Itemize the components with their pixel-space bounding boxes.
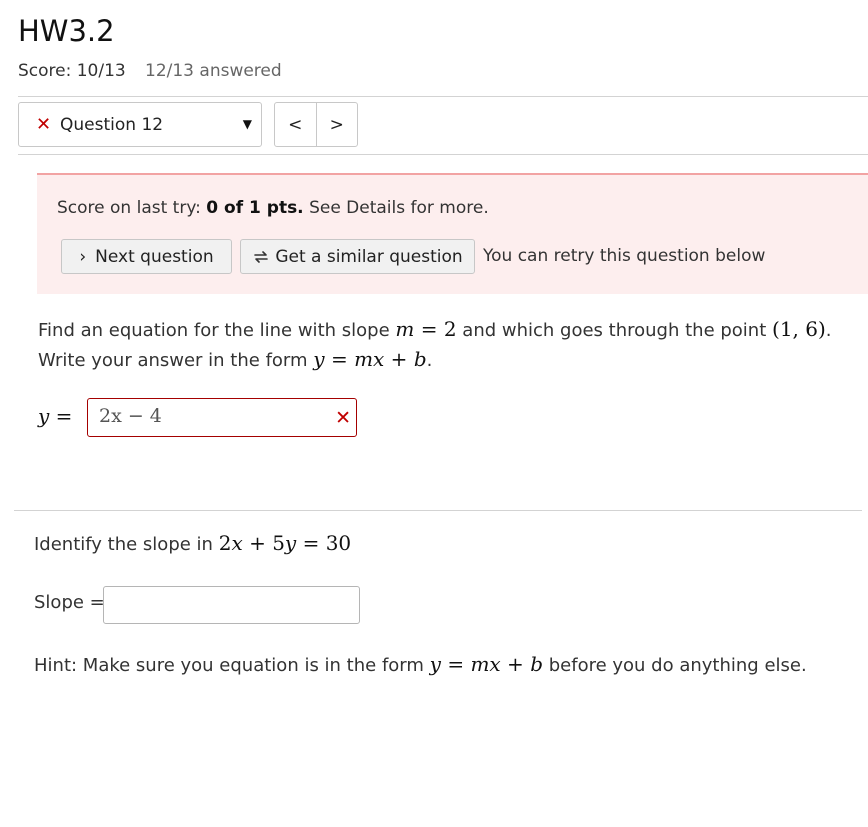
page-title: HW3.2 (18, 14, 115, 48)
math-hint-form: y = mx + b (429, 652, 543, 676)
math-form: y = mx + b (313, 347, 427, 371)
incorrect-x-icon: ✕ (335, 407, 351, 429)
part1-text-c: Write your answer in the form (38, 350, 308, 371)
chevron-left-icon: < (288, 114, 303, 135)
chevron-down-icon: ▼ (242, 117, 252, 131)
slope-label: Slope = (34, 592, 105, 613)
score-alert: Score on last try: 0 of 1 pts. See Detai… (37, 173, 868, 294)
question-select-label: Question 12 (60, 115, 164, 135)
last-try-score: Score on last try: 0 of 1 pts. See Detai… (57, 198, 489, 218)
question-part2-text: Identify the slope in 2x + 5y = 30 (34, 531, 351, 555)
chevron-right-icon: > (329, 114, 344, 135)
retry-note: You can retry this question below (483, 246, 766, 266)
hint-text-b: before you do anything else. (548, 655, 807, 676)
last-try-points: 0 of 1 pts. (206, 198, 304, 218)
slope-input[interactable] (103, 586, 360, 624)
chevron-right-icon: › (79, 246, 87, 267)
equation-answer-input[interactable]: 2x − 4 ✕ (87, 398, 357, 437)
header-divider (18, 96, 868, 97)
x-icon: ✕ (36, 114, 52, 135)
answer-equals: = (55, 404, 73, 428)
question-part1-text: Find an equation for the line with slope… (38, 317, 832, 371)
last-try-prefix: Score on last try: (57, 198, 201, 218)
question-nav-buttons: < > (274, 102, 358, 147)
math-slope: m = 2 (395, 317, 457, 341)
previous-question-button[interactable]: < (275, 103, 316, 146)
question-select[interactable]: ✕ Question 12 ▼ (18, 102, 262, 147)
nav-divider (18, 154, 868, 155)
next-question-button[interactable]: › Next question (61, 239, 232, 274)
hint-text-a: Hint: Make sure you equation is in the f… (34, 655, 424, 676)
part1-text-a: Find an equation for the line with slope (38, 320, 390, 341)
last-try-suffix: See Details for more. (309, 198, 489, 218)
part1-text-b: and which goes through the point (462, 320, 767, 341)
answered-count: 12/13 answered (145, 61, 282, 81)
similar-question-button[interactable]: Get a similar question (240, 239, 475, 274)
math-equation: 2x + 5y = 30 (218, 531, 352, 555)
similar-question-label: Get a similar question (275, 246, 463, 267)
part2-prompt: Identify the slope in (34, 534, 213, 555)
answer-label: y = (38, 404, 73, 428)
next-question-arrow-button[interactable]: > (315, 103, 358, 146)
answer-value: 2x − 4 (99, 405, 162, 427)
part-divider (14, 510, 862, 511)
math-point: (1, 6) (772, 317, 826, 341)
retry-arrows-icon (254, 250, 269, 263)
next-question-label: Next question (95, 246, 214, 267)
hint-text: Hint: Make sure you equation is in the f… (34, 652, 807, 676)
score-text: Score: 10/13 (18, 61, 126, 81)
